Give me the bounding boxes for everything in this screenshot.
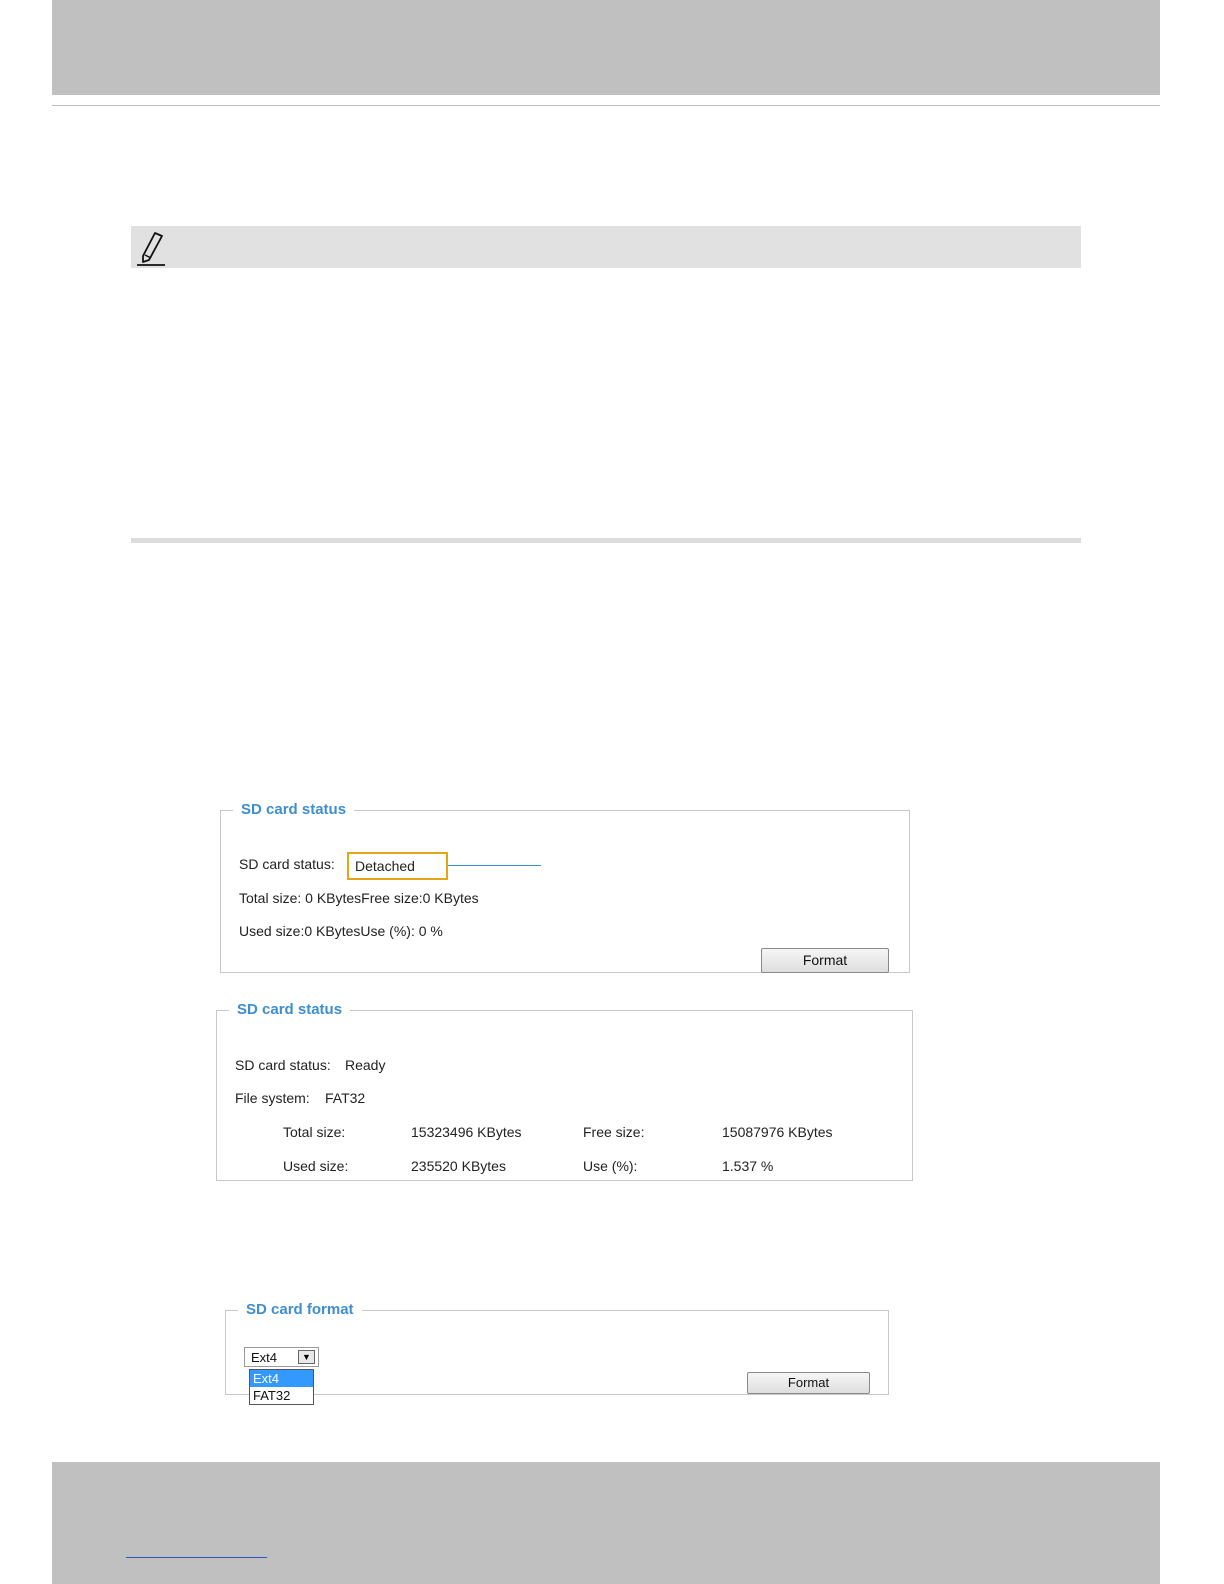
- status-value: Detached: [355, 858, 415, 874]
- usage-summary: Used size:0 KBytesUse (%): 0 %: [239, 923, 443, 939]
- panel-legend: SD card format: [246, 1301, 354, 1318]
- header-divider: [52, 105, 1160, 106]
- filesystem-select[interactable]: Ext4 ▼: [244, 1347, 319, 1367]
- dropdown-option-fat32[interactable]: FAT32: [250, 1387, 313, 1404]
- note-bar: [131, 226, 1081, 268]
- status-value: Ready: [345, 1057, 386, 1073]
- filesystem-dropdown-list: Ext4 FAT32: [249, 1369, 314, 1405]
- used-size-value: 235520 KBytes: [411, 1158, 506, 1174]
- total-size-label: Total size:: [283, 1124, 346, 1140]
- section-divider: [131, 538, 1081, 543]
- size-summary: Total size: 0 KBytesFree size:0 KBytes: [239, 890, 479, 906]
- dropdown-option-ext4[interactable]: Ext4: [250, 1370, 313, 1387]
- panel-legend: SD card status: [241, 801, 347, 818]
- file-system-label: File system:: [235, 1090, 310, 1106]
- manual-page: SD card status SD card status: Detached …: [0, 0, 1224, 1584]
- format-button[interactable]: Format: [761, 948, 889, 973]
- free-size-value: 15087976 KBytes: [722, 1124, 833, 1140]
- pencil-icon: [137, 232, 165, 266]
- page-header-band: [52, 0, 1160, 95]
- panel-legend: SD card status: [237, 1001, 343, 1018]
- callout-line: [448, 865, 541, 866]
- chevron-down-icon[interactable]: ▼: [298, 1350, 315, 1364]
- total-size-value: 15323496 KBytes: [411, 1124, 522, 1140]
- use-percent-value: 1.537 %: [722, 1158, 774, 1174]
- sd-card-status-panel-ready: SD card status SD card status: Ready Fil…: [216, 1002, 913, 1181]
- filesystem-select-value: Ext4: [251, 1350, 278, 1365]
- used-size-label: Used size:: [283, 1158, 349, 1174]
- status-label: SD card status:: [235, 1057, 331, 1073]
- page-footer-band: [52, 1462, 1160, 1584]
- status-value-highlight: Detached: [347, 852, 448, 880]
- file-system-value: FAT32: [325, 1090, 366, 1106]
- free-size-label: Free size:: [583, 1124, 645, 1140]
- status-label: SD card status:: [239, 856, 335, 872]
- sd-card-format-panel: SD card format Ext4 ▼ Ext4 FAT32 Format: [225, 1301, 889, 1405]
- sd-card-status-panel-detached: SD card status SD card status: Detached …: [220, 802, 910, 973]
- use-percent-label: Use (%):: [583, 1158, 638, 1174]
- format-button[interactable]: Format: [747, 1372, 870, 1394]
- footer-link-underline[interactable]: [126, 1557, 267, 1558]
